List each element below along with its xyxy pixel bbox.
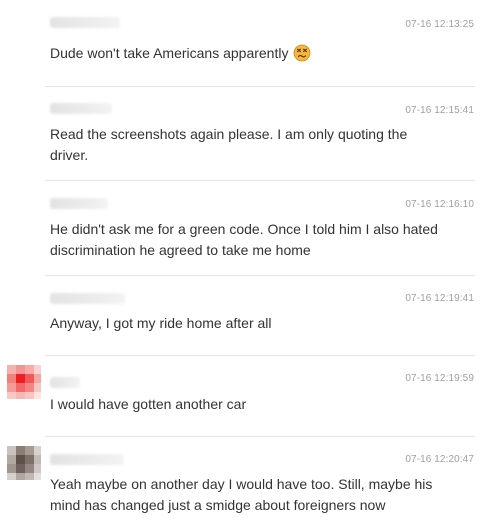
username-blurred[interactable] bbox=[50, 17, 120, 28]
username-blurred[interactable] bbox=[50, 103, 112, 114]
username-blurred[interactable] bbox=[50, 454, 124, 465]
comment-timestamp: 07-16 12:15:41 bbox=[405, 105, 474, 116]
comment-text-content: Dude won't take Americans apparently bbox=[50, 45, 289, 61]
comment-text: Anyway, I got my ride home after all bbox=[50, 315, 272, 331]
comment-timestamp: 07-16 12:20:47 bbox=[405, 454, 474, 465]
comment-text: Dude won't take Americans apparently bbox=[50, 43, 450, 64]
comment-timestamp: 07-16 12:19:59 bbox=[405, 373, 474, 384]
dizzy-face-emoji-icon bbox=[293, 44, 311, 62]
comment-item: 07-16 12:19:41 Anyway, I got my ride hom… bbox=[0, 276, 491, 355]
comment-text: He didn't ask me for a green code. Once … bbox=[50, 221, 438, 258]
comment-timestamp: 07-16 12:16:10 bbox=[405, 199, 474, 210]
avatar[interactable] bbox=[7, 365, 41, 399]
comment-text: Yeah maybe on another day I would have t… bbox=[50, 476, 433, 513]
username-blurred[interactable] bbox=[50, 377, 80, 388]
username-blurred[interactable] bbox=[50, 198, 108, 209]
comment-timestamp: 07-16 12:13:25 bbox=[405, 19, 474, 30]
avatar[interactable] bbox=[7, 446, 41, 480]
comment-text: I would have gotten another car bbox=[50, 396, 247, 412]
comment-item: 07-16 12:16:10 He didn't ask me for a gr… bbox=[0, 181, 491, 275]
username-blurred[interactable] bbox=[50, 293, 125, 304]
comment-item: 07-16 12:19:59 I would have gotten anoth… bbox=[0, 356, 491, 435]
comment-item: 07-16 12:20:47 Yeah maybe on another day… bbox=[0, 437, 491, 521]
comment-timestamp: 07-16 12:19:41 bbox=[405, 293, 474, 304]
comment-text: Read the screenshots again please. I am … bbox=[50, 126, 408, 163]
comment-item: 07-16 12:13:25 Dude won't take Americans… bbox=[0, 0, 491, 86]
comment-item: 07-16 12:15:41 Read the screenshots agai… bbox=[0, 87, 491, 180]
